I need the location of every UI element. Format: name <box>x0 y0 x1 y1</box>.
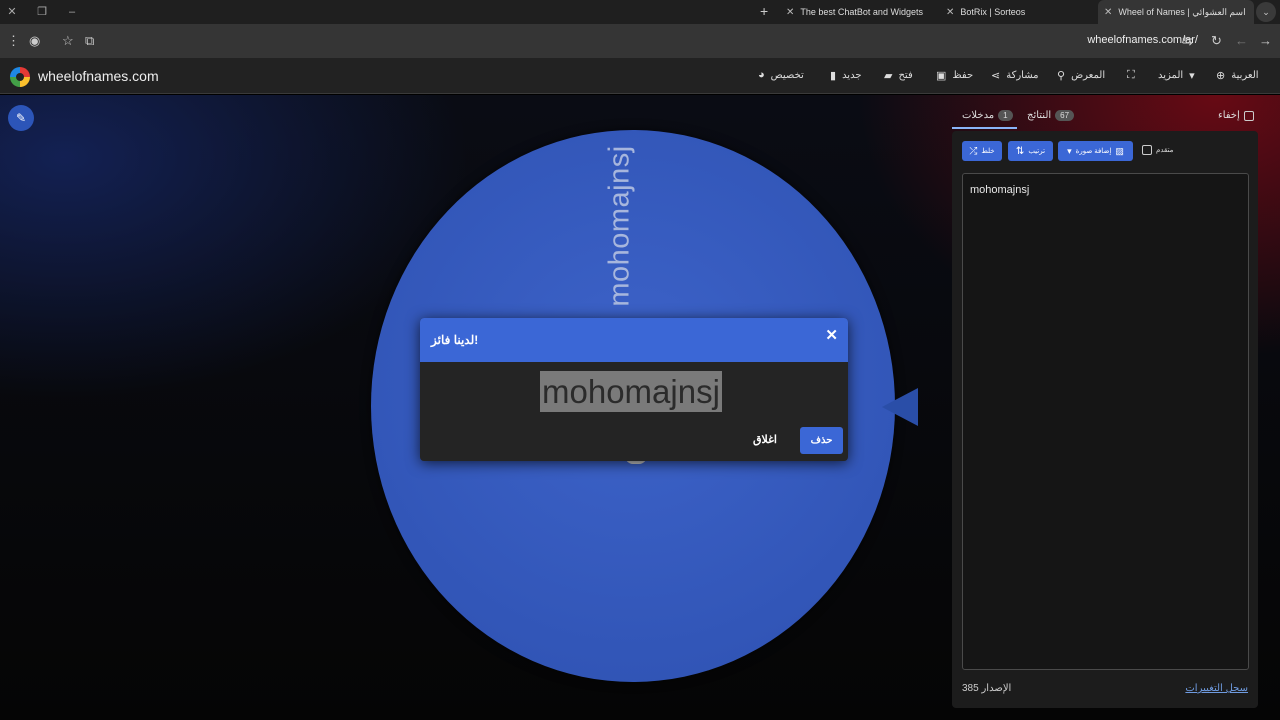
close-tab-icon[interactable]: ✕ <box>786 7 794 18</box>
file-icon: ▮ <box>830 70 837 82</box>
results-count-badge: 67 <box>1055 110 1075 121</box>
close-button[interactable]: اغلاق <box>753 433 777 446</box>
chevron-down-icon: ▾ <box>1189 70 1195 82</box>
dialog-title: لدينا فائز! <box>431 333 479 347</box>
menu-icon[interactable]: ⋮ <box>7 33 20 49</box>
entries-card: ⤮ خلط ⇅ ترتيب ▾ إضافة صورة ▨ متقدم mohom… <box>952 131 1258 708</box>
tab-search-chevron-icon[interactable]: ⌄ <box>1256 2 1276 22</box>
tab-results[interactable]: النتائج 67 <box>1027 110 1075 121</box>
browser-tab[interactable]: ✕ BotRix | Sorteos <box>940 0 1092 24</box>
site-settings-icon[interactable]: ⇆ <box>1182 33 1193 49</box>
entries-panel: مدخلات 1 النتائج 67 إخفاء ⤮ خلط ⇅ ترتيب … <box>952 100 1258 708</box>
more-label: المزيد <box>1158 70 1184 81</box>
version-label: الإصدار <box>981 683 1012 694</box>
entries-count-badge: 1 <box>998 110 1013 121</box>
gallery-button[interactable]: ⚲ المعرض <box>1057 69 1105 82</box>
restore-window-icon[interactable]: ❐ <box>34 4 50 20</box>
language-label: العربية <box>1231 70 1259 81</box>
minimize-window-icon[interactable]: – <box>64 4 80 20</box>
close-tab-icon[interactable]: ✕ <box>946 7 954 18</box>
new-label: جديد <box>842 70 862 81</box>
chevron-down-icon: ▾ <box>1067 145 1072 156</box>
sort-icon: ⇅ <box>1015 145 1025 157</box>
winner-name: mohomajnsj <box>540 371 722 412</box>
new-button[interactable]: ▮ جديد <box>830 69 862 82</box>
entries-textarea[interactable]: mohomajnsj <box>962 173 1249 670</box>
save-button[interactable]: ▣ حفظ <box>936 69 973 82</box>
shuffle-button[interactable]: ⤮ خلط <box>962 141 1002 161</box>
globe-icon: ⊕ <box>1216 70 1226 82</box>
wheel-segment-label: mohomajnsj <box>603 145 636 307</box>
share-label: مشاركة <box>1006 70 1039 81</box>
tab-title: Wheel of Names | اسم العشوائي <box>1118 6 1246 17</box>
wheel-pointer <box>882 388 918 426</box>
customize-label: تخصيص <box>770 69 804 81</box>
translate-icon[interactable]: ⧉ <box>85 33 94 49</box>
fullscreen-button[interactable]: ⛶ <box>1127 69 1135 82</box>
more-button[interactable]: المزيد ▾ <box>1158 69 1195 82</box>
new-tab-button[interactable]: + <box>760 4 768 18</box>
advanced-checkbox[interactable] <box>1142 145 1152 155</box>
bookmark-star-icon[interactable]: ☆ <box>62 33 74 49</box>
changelog-link[interactable]: سجل التغييرات <box>1185 683 1248 694</box>
palette-icon: ◕ <box>758 69 765 81</box>
site-header: wheelofnames.com ◕ تخصيص ▮ جديد ▰ فتح ▣ … <box>0 58 1280 94</box>
tab-title: BotRix | Sorteos <box>960 7 1026 17</box>
chatbot-favicon-icon <box>930 9 936 15</box>
save-icon: ▣ <box>936 70 947 82</box>
browser-tab[interactable]: ✕ The best ChatBot and Widgets <box>780 0 936 24</box>
remove-button[interactable]: حذف <box>800 427 843 454</box>
sort-label: ترتيب <box>1028 148 1046 155</box>
profile-icon[interactable]: ◉ <box>29 33 40 49</box>
save-label: حفظ <box>952 70 974 81</box>
open-label: فتح <box>898 70 913 81</box>
wheel-logo-icon[interactable] <box>10 67 30 87</box>
version-number: 385 <box>962 683 979 694</box>
add-image-button[interactable]: ▾ إضافة صورة ▨ <box>1058 141 1133 161</box>
winner-dialog: لدينا فائز! ✕ mohomajnsj اغلاق حذف <box>420 318 848 461</box>
search-icon: ⚲ <box>1057 70 1066 82</box>
version-info: 385 الإصدار <box>962 683 1011 694</box>
botrix-favicon-icon <box>1086 9 1092 15</box>
address-bar-row: ⋮ ◉ ☆ ⧉ wheelofnames.com/ar/ ⇆ ↻ ← → <box>0 24 1280 58</box>
language-button[interactable]: ⊕ العربية <box>1216 69 1259 82</box>
share-button[interactable]: ⋖ مشاركة <box>991 69 1039 82</box>
hide-label: إخفاء <box>1218 110 1240 121</box>
entry-line: mohomajnsj <box>970 184 1030 196</box>
advanced-label: متقدم <box>1156 147 1174 154</box>
tab-title: The best ChatBot and Widgets <box>800 7 923 17</box>
share-icon: ⋖ <box>991 70 1001 82</box>
close-window-icon[interactable]: ✕ <box>4 4 20 20</box>
close-tab-icon[interactable]: ✕ <box>1104 7 1112 18</box>
browser-tab-active[interactable]: ✕ Wheel of Names | اسم العشوائي <box>1098 0 1254 24</box>
sort-button[interactable]: ⇅ ترتيب <box>1008 141 1053 161</box>
shuffle-icon: ⤮ <box>969 145 978 157</box>
tab-entries[interactable]: مدخلات 1 <box>962 110 1013 121</box>
reload-icon[interactable]: ↻ <box>1211 33 1222 49</box>
edit-pencil-icon[interactable]: ✎ <box>8 105 34 131</box>
image-icon: ▨ <box>1115 145 1124 156</box>
hide-checkbox[interactable] <box>1243 110 1254 121</box>
advanced-toggle[interactable]: متقدم <box>1142 145 1173 155</box>
customize-button[interactable]: ◕ تخصيص <box>758 69 804 81</box>
add-image-label: إضافة صورة <box>1075 148 1112 155</box>
dialog-header: لدينا فائز! ✕ <box>420 318 848 362</box>
shuffle-label: خلط <box>981 148 995 155</box>
forward-arrow-icon[interactable]: → <box>1259 33 1272 49</box>
entries-tab-label: مدخلات <box>962 110 995 121</box>
gallery-label: المعرض <box>1071 70 1106 81</box>
close-icon[interactable]: ✕ <box>825 328 838 344</box>
browser-tab-strip: ✕ ❐ – + ✕ The best ChatBot and Widgets ✕… <box>0 0 1280 24</box>
hide-toggle[interactable]: إخفاء <box>1218 110 1254 121</box>
open-button[interactable]: ▰ فتح <box>884 69 913 82</box>
active-tab-indicator <box>952 127 1017 129</box>
back-arrow-icon[interactable]: ← <box>1235 33 1248 49</box>
results-tab-label: النتائج <box>1027 110 1052 121</box>
site-name[interactable]: wheelofnames.com <box>38 68 159 84</box>
folder-icon: ▰ <box>884 70 893 82</box>
fullscreen-icon: ⛶ <box>1127 69 1135 81</box>
